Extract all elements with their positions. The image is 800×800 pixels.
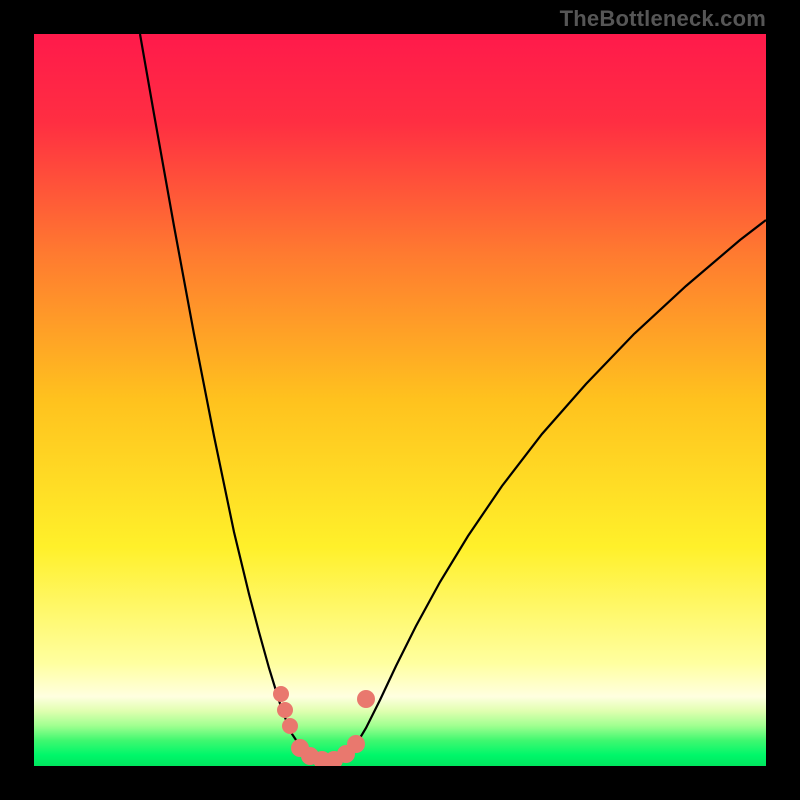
curves-layer	[34, 34, 766, 766]
plot-area	[34, 34, 766, 766]
dot	[282, 718, 298, 734]
chart-frame: TheBottleneck.com	[0, 0, 800, 800]
left-curve	[140, 34, 319, 760]
attribution-label: TheBottleneck.com	[560, 6, 766, 32]
dot	[357, 690, 375, 708]
right-curve	[344, 220, 766, 760]
bottom-dots-group	[273, 686, 375, 766]
dot	[277, 702, 293, 718]
dot	[347, 735, 365, 753]
dot	[273, 686, 289, 702]
